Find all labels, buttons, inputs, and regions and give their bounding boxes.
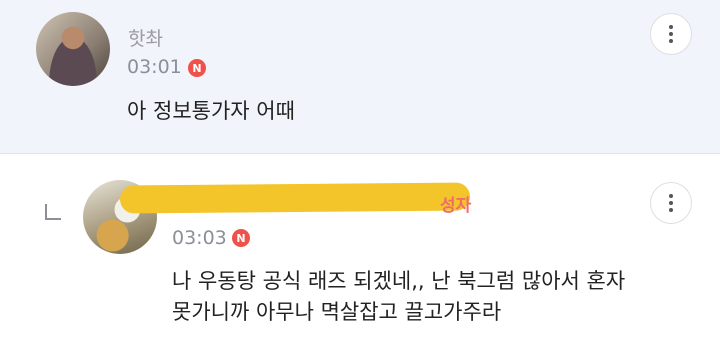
comment-item: 핫촤 03:01 N 아 정보통가자 어때 [0,0,720,154]
more-options-button[interactable] [650,182,692,224]
comment-time: 03:03 [172,227,227,249]
vertical-ellipsis-icon [669,194,673,212]
author-tag: 성자 [440,196,472,216]
comment-time: 03:01 [127,56,182,78]
comment-author[interactable]: 핫촤 [128,24,163,51]
redaction-mark [119,182,471,214]
comment-text: 나 우동탕 공식 래즈 되겠네,, 난 북그럼 많아서 혼자 못가니까 아무나 … [172,269,626,324]
new-badge: N [188,59,206,77]
vertical-ellipsis-icon [669,25,673,43]
more-options-button[interactable] [650,13,692,55]
avatar[interactable] [36,12,110,86]
new-badge: N [232,229,250,247]
reply-arrow-icon [45,204,61,220]
comment-text: 아 정보통가자 어때 [127,99,295,123]
